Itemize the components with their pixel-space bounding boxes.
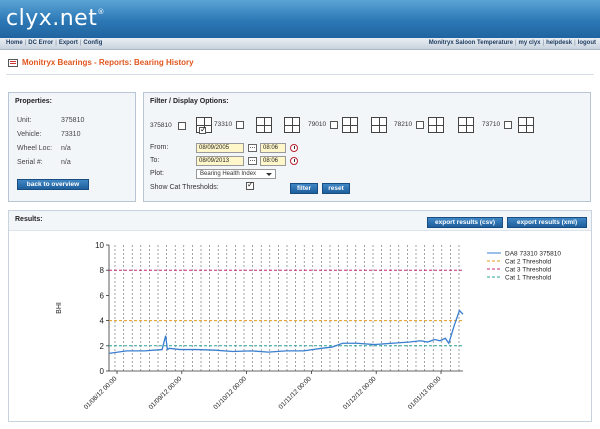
nav-saloon-temperature[interactable]: Monitryx Saloon Temperature: [429, 40, 513, 46]
legend-label: DA8 73310 375810: [505, 251, 561, 258]
thresholds-label: Show Cat Thresholds:: [150, 184, 219, 191]
plot-label: Plot:: [150, 170, 165, 177]
vehicle-grid-icon[interactable]: [284, 117, 300, 133]
nav-export[interactable]: Export: [59, 40, 78, 46]
vehicle-73710-label: 73710: [482, 121, 501, 128]
clock-icon[interactable]: [290, 144, 298, 152]
nav-right: Monitryx Saloon Temperature | my clyx | help…: [428, 40, 596, 46]
clock-icon[interactable]: [290, 157, 298, 165]
x-tick-label: 01/12/12 00:00: [342, 375, 378, 411]
x-tick-label: 01/08/12 00:00: [83, 375, 119, 411]
x-tick-label: 01/01/13 00:00: [407, 375, 443, 411]
calendar-icon[interactable]: [248, 144, 257, 152]
results-header: [9, 211, 591, 231]
report-icon: [8, 58, 18, 67]
calendar-icon[interactable]: [248, 157, 257, 165]
brand-logo[interactable]: clyx.net®: [6, 6, 105, 31]
chevron-down-icon: [266, 173, 272, 176]
thresholds-checkbox[interactable]: [246, 180, 254, 190]
x-tick-label: 01/10/12 00:00: [212, 375, 248, 411]
y-tick-label: 8: [100, 266, 105, 275]
divider: [6, 74, 594, 75]
vehicle-grid-icon[interactable]: [458, 117, 474, 133]
prop-unit: Unit: 375810: [17, 117, 85, 124]
y-tick-label: 10: [95, 241, 104, 250]
vehicle-grid-icon[interactable]: [371, 117, 387, 133]
from-date-input[interactable]: 08/09/2005: [196, 143, 244, 153]
filter-button[interactable]: filter: [290, 183, 318, 194]
nav-home[interactable]: Home: [6, 40, 23, 46]
vehicle-78210-checkbox[interactable]: [416, 121, 424, 129]
vehicle-79010-checkbox[interactable]: [330, 121, 338, 129]
unit-checkbox[interactable]: [178, 122, 186, 130]
plot-select-value: Bearing Health Index: [200, 171, 257, 177]
legend-label: Cat 3 Threshold: [505, 267, 552, 274]
y-tick-label: 2: [100, 342, 105, 351]
prop-wheel-loc: Wheel Loc: n/a: [17, 145, 71, 152]
properties-panel: Properties: Unit: 375810 Vehicle: 73310 Wh…: [8, 92, 136, 202]
y-tick-label: 4: [100, 317, 105, 326]
nav-my-clyx[interactable]: my clyx: [519, 40, 541, 46]
unit-label: 375810: [150, 122, 172, 129]
brand-mark: ®: [97, 8, 105, 16]
properties-title: Properties:: [15, 98, 52, 105]
from-label: From:: [150, 144, 169, 151]
vehicle-73710-checkbox[interactable]: [504, 121, 512, 129]
export-xml-button[interactable]: export results (xml): [507, 217, 587, 228]
bhi-chart: 0 2 4 6 8 10 BHI 01/08/12 00:00 01/09/12 00:00 01…: [56, 241, 561, 411]
y-tick-label: 0: [100, 367, 105, 376]
series-line: [108, 309, 464, 355]
vehicle-grid-icon[interactable]: [518, 117, 534, 133]
to-date-input[interactable]: 08/09/2013: [196, 156, 244, 166]
filter-panel: Filter / Display Options: 375810 73310 7…: [143, 92, 591, 202]
to-label: To:: [150, 157, 160, 164]
export-csv-button[interactable]: export results (csv): [427, 217, 503, 228]
vehicle-73310-checkbox[interactable]: [236, 121, 244, 129]
vehicle-73310-label: 73310: [214, 121, 233, 128]
brand-name: clyx.net: [6, 6, 98, 31]
results-panel: Results: export results (csv) export res…: [8, 210, 592, 422]
filter-title: Filter / Display Options:: [150, 98, 229, 105]
selected-vehicle-checkbox[interactable]: [199, 125, 207, 134]
back-to-overview-button[interactable]: back to overview: [17, 179, 89, 190]
nav-left: Home | DC Error | Export | Config: [6, 40, 103, 46]
vehicle-grid-icon[interactable]: [428, 117, 444, 133]
nav-helpdesk[interactable]: helpdesk: [546, 40, 572, 46]
y-tick-label: 6: [100, 291, 105, 300]
nav-logout[interactable]: logout: [578, 40, 596, 46]
to-time-input[interactable]: 08:06: [260, 156, 286, 166]
results-title: Results:: [15, 216, 43, 223]
prop-serial: Serial #: n/a: [17, 159, 71, 166]
legend-label: Cat 1 Threshold: [505, 275, 552, 282]
nav-dc-error[interactable]: DC Error: [28, 40, 53, 46]
vehicle-79010-label: 79010: [308, 121, 327, 128]
vehicle-grid-icon[interactable]: [256, 117, 272, 133]
x-tick-label: 01/09/12 00:00: [148, 375, 184, 411]
from-time-input[interactable]: 08:06: [260, 143, 286, 153]
app-header: clyx.net®: [0, 0, 600, 38]
legend-label: Cat 2 Threshold: [505, 259, 552, 266]
prop-vehicle: Vehicle: 73310: [17, 131, 81, 138]
page-title: Monitryx Bearings - Reports: Bearing His…: [8, 58, 194, 67]
vehicle-78210-label: 78210: [394, 121, 413, 128]
vehicle-grid-icon[interactable]: [342, 117, 358, 133]
y-axis-label: BHI: [56, 302, 63, 314]
nav-config[interactable]: Config: [83, 40, 102, 46]
page-title-text: Monitryx Bearings - Reports: Bearing His…: [22, 58, 194, 67]
x-tick-label: 01/11/12 00:00: [278, 375, 314, 411]
nav-bar: Home | DC Error | Export | Config Monitryx Sal…: [0, 38, 600, 50]
plot-select[interactable]: Bearing Health Index: [196, 169, 276, 179]
reset-button[interactable]: reset: [322, 183, 350, 194]
